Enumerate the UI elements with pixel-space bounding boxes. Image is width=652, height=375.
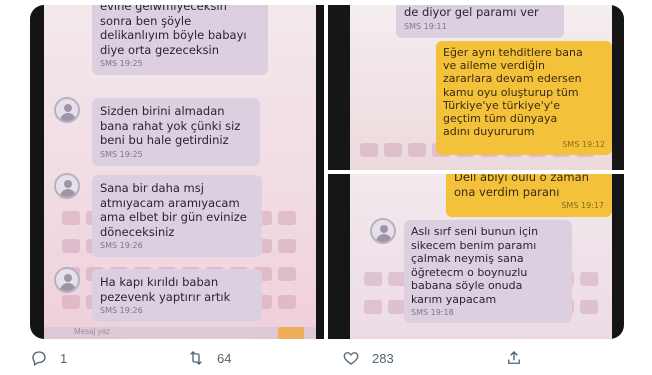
message-line: geçtim tüm dünyaya — [443, 112, 558, 126]
message-line: evine gelwmiyeceksin — [100, 5, 227, 13]
message-bubble: Sana bir daha msj atmıyacam aramıyacam a… — [92, 175, 262, 257]
message-timestamp: SMS 19:12 — [562, 140, 605, 150]
contact-avatar-icon — [54, 173, 80, 199]
retweet-button[interactable]: 64 — [187, 346, 231, 370]
message-line: delikanlıyım böyle babayı — [100, 28, 247, 42]
message-line: de diyor gel paramı ver — [404, 5, 539, 19]
message-line: Eğer aynı tehditlere bana — [443, 46, 583, 59]
like-button[interactable]: 283 — [342, 346, 394, 370]
message-line: zararlara devam edersen — [443, 72, 582, 86]
retweet-icon — [190, 351, 202, 365]
message-bubble: Dell abiyi oulu o zaman ona verdim paran… — [446, 174, 612, 217]
message-line: Türkiye'ye türkiye'y'e — [443, 98, 561, 112]
phone-screen-bottom-right: Dell abiyi oulu o zaman ona verdim paran… — [350, 174, 612, 339]
heart-icon — [343, 352, 359, 365]
message-line: Dell abiyi oulu o zaman — [454, 174, 589, 184]
message-line: ona verdim paranı — [454, 184, 560, 199]
reply-icon — [32, 351, 46, 366]
message-bubble: evine gelwmiyeceksin sonra ben şöyle del… — [92, 5, 268, 75]
message-bubble: Eğer aynı tehditlere bana ve aileme verd… — [436, 41, 612, 156]
message-line: pezevenk yaptırır artık — [100, 289, 231, 304]
message-line: ama elbet bir gün evinize — [100, 210, 247, 224]
contact-avatar-icon — [54, 97, 80, 123]
message-timestamp: SMS 19:26 — [100, 306, 143, 315]
phone-screen-left: evine gelwmiyeceksin sonra ben şöyle del… — [44, 5, 316, 339]
message-line: Sana bir daha msj — [100, 181, 204, 195]
message-timestamp: SMS 19:11 — [404, 21, 447, 31]
message-timestamp: SMS 19:26 — [100, 241, 143, 250]
message-line: babana söyle onuda — [411, 279, 523, 292]
message-line: çalmak neymiş sana — [411, 252, 524, 265]
message-line: kamu oyu oluşturup tüm — [443, 85, 579, 99]
message-composer: Mesaj yaz — [44, 327, 316, 339]
reply-button[interactable]: 1 — [30, 346, 67, 370]
photo-top-right[interactable]: de diyor gel paramı ver SMS 19:11 Eğer a… — [328, 5, 624, 170]
contact-avatar-icon — [54, 267, 80, 293]
share-button[interactable] — [505, 346, 523, 370]
message-bubble: Ha kapı kırıldı baban pezevenk yaptırır … — [92, 269, 262, 322]
message-line: karım yapacam — [411, 292, 497, 306]
reply-count: 1 — [60, 350, 68, 366]
message-bubble: de diyor gel paramı ver SMS 19:11 — [396, 5, 564, 38]
message-bubble: Aslı sırf seni bunun için sikecem benim … — [404, 220, 572, 323]
contact-avatar-icon — [370, 218, 396, 244]
message-line: döneceksiniz — [100, 224, 175, 239]
message-line: öğretecm o boynuzlu — [411, 265, 528, 279]
composer-placeholder: Mesaj yaz — [74, 327, 111, 336]
message-line: bana rahat yok çünki siz — [100, 118, 241, 133]
message-timestamp: SMS 19:17 — [561, 201, 604, 210]
photo-left[interactable]: evine gelwmiyeceksin sonra ben şöyle del… — [30, 5, 324, 339]
message-line: Sizden birini almadan — [100, 104, 225, 118]
message-line: beni bu hale getirdiniz — [100, 133, 229, 147]
tweet-action-bar: 1 64 283 — [0, 346, 652, 375]
message-line: Aslı sırf seni bunun için — [411, 225, 539, 238]
phone-screen-top-right: de diyor gel paramı ver SMS 19:11 Eğer a… — [350, 5, 612, 170]
message-line: sonra ben şöyle — [100, 13, 192, 28]
tweet-media-grid[interactable]: evine gelwmiyeceksin sonra ben şöyle del… — [30, 5, 624, 339]
photo-bottom-right[interactable]: Dell abiyi oulu o zaman ona verdim paran… — [328, 174, 624, 339]
message-timestamp: SMS 19:25 — [100, 149, 143, 159]
like-count: 283 — [372, 350, 394, 366]
message-timestamp: SMS 19:25 — [100, 59, 143, 68]
message-line: diye orta gezeceksin — [100, 42, 220, 57]
message-line: atmıyacam aramıyacam — [100, 195, 240, 210]
message-line: adını duyururum — [443, 125, 535, 139]
message-line: ve aileme verdiğin — [443, 59, 546, 73]
message-timestamp: SMS 19:18 — [411, 308, 454, 317]
retweet-count: 64 — [217, 350, 232, 366]
message-line: Ha kapı kırıldı baban — [100, 275, 219, 289]
send-button — [278, 327, 304, 339]
message-line: sikecem benim paramı — [411, 238, 537, 252]
share-icon — [508, 351, 520, 364]
message-bubble: Sizden birini almadan bana rahat yok çün… — [92, 98, 260, 166]
